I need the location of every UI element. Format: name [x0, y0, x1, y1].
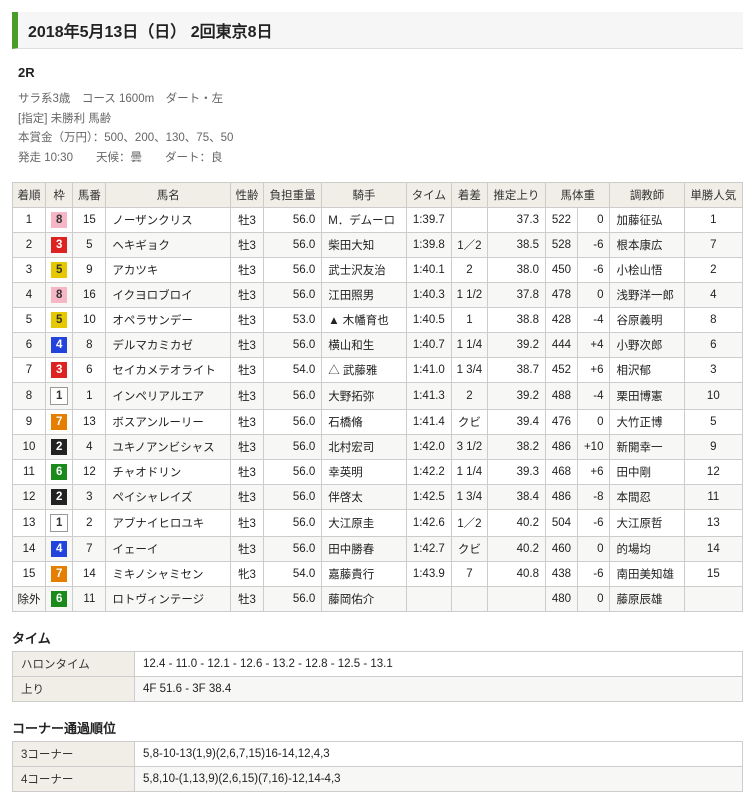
horse-name: イェーイ — [106, 537, 231, 562]
col-pop: 単勝人気 — [684, 183, 742, 208]
table-row: 1312アブナイヒロユキ牡356.0大江原圭1:42.61／240.2504-6… — [13, 510, 743, 537]
waku-badge: 8 — [51, 212, 67, 228]
corner-section-title: コーナー通過順位 — [12, 718, 743, 737]
corner-table: 3コーナー5,8-10-13(1,9)(2,6,7,15)16-14,12,4,… — [12, 741, 743, 792]
col-uma: 馬番 — [73, 183, 106, 208]
waku-badge: 6 — [51, 464, 67, 480]
jockey: 嘉藤貴行 — [322, 562, 406, 587]
table-row: 1024ユキノアンビシャス牡356.0北村宏司1:42.03 1/238.248… — [13, 435, 743, 460]
page-title: 2018年5月13日（日） 2回東京8日 — [12, 12, 743, 49]
table-row: 11612チャオドリン牡356.0幸英明1:42.21 1/439.3468+6… — [13, 460, 743, 485]
col-margin: 着差 — [452, 183, 488, 208]
jockey: 江田照男 — [322, 283, 406, 308]
time-table: ハロンタイム12.4 - 11.0 - 12.1 - 12.6 - 13.2 -… — [12, 651, 743, 702]
horse-name: ロトヴィンテージ — [106, 587, 231, 612]
horse-name: セイカメテオライト — [106, 358, 231, 383]
horse-name: ペイシャレイズ — [106, 485, 231, 510]
horse-name: ヘキギョク — [106, 233, 231, 258]
table-row: 1223ペイシャレイズ牡356.0伴啓太1:42.51 3/438.4486-8… — [13, 485, 743, 510]
jockey: 藤岡佑介 — [322, 587, 406, 612]
waku-badge: 4 — [51, 337, 67, 353]
jockey: 石橋脩 — [322, 410, 406, 435]
race-info-line: サラ系3歳 コース 1600m ダート・左 — [18, 90, 743, 110]
col-bweight: 馬体重 — [546, 183, 610, 208]
waku-badge: 6 — [51, 591, 67, 607]
waku-badge: 2 — [51, 489, 67, 505]
table-row: 811インペリアルエア牡356.0大野拓弥1:41.3239.2488-4栗田博… — [13, 383, 743, 410]
col-waku: 枠 — [45, 183, 72, 208]
jockey: 田中勝春 — [322, 537, 406, 562]
kv-row: 上り4F 51.6 - 3F 38.4 — [13, 677, 743, 702]
table-row: 5510オペラサンデー牡353.0▲ 木幡育也1:40.5138.8428-4谷… — [13, 308, 743, 333]
jockey: 大江原圭 — [322, 510, 406, 537]
col-sexage: 性齢 — [231, 183, 264, 208]
horse-name: ノーザンクリス — [106, 208, 231, 233]
col-rank: 着順 — [13, 183, 46, 208]
col-agari: 推定上り — [487, 183, 545, 208]
horse-name: オペラサンデー — [106, 308, 231, 333]
waku-badge: 2 — [51, 439, 67, 455]
kv-row: ハロンタイム12.4 - 11.0 - 12.1 - 12.6 - 13.2 -… — [13, 652, 743, 677]
table-row: 235ヘキギョク牡356.0柴田大知1:39.81／238.5528-6根本康広… — [13, 233, 743, 258]
horse-name: チャオドリン — [106, 460, 231, 485]
table-row: 9713ボスアンルーリー牡356.0石橋脩1:41.4クビ39.44760大竹正… — [13, 410, 743, 435]
jockey: 幸英明 — [322, 460, 406, 485]
jockey: M．デムーロ — [322, 208, 406, 233]
waku-badge: 5 — [51, 262, 67, 278]
horse-name: ミキノシャミセン — [106, 562, 231, 587]
jockey: 大野拓弥 — [322, 383, 406, 410]
jockey: ▲ 木幡育也 — [322, 308, 406, 333]
waku-badge: 1 — [50, 514, 68, 532]
race-info-line: 発走 10:30 天候：曇 ダート：良 — [18, 149, 743, 169]
col-jockey: 騎手 — [322, 183, 406, 208]
waku-badge: 7 — [51, 414, 67, 430]
table-row: 648デルマカミカゼ牡356.0横山和生1:40.71 1/439.2444+4… — [13, 333, 743, 358]
table-row: 359アカツキ牡356.0武士沢友治1:40.1238.0450-6小桧山悟2 — [13, 258, 743, 283]
jockey: 伴啓太 — [322, 485, 406, 510]
waku-badge: 7 — [51, 566, 67, 582]
race-info-line: [指定] 未勝利 馬齢 — [18, 110, 743, 130]
jockey: △ 武藤雅 — [322, 358, 406, 383]
horse-name: インペリアルエア — [106, 383, 231, 410]
results-table: 着順枠馬番馬名性齢負担重量騎手タイム着差推定上り馬体重調教師単勝人気 1815ノ… — [12, 182, 743, 612]
waku-badge: 3 — [51, 362, 67, 378]
waku-badge: 8 — [51, 287, 67, 303]
jockey: 柴田大知 — [322, 233, 406, 258]
table-row: 除外611ロトヴィンテージ牡356.0藤岡佑介4800藤原辰雄 — [13, 587, 743, 612]
kv-row: 3コーナー5,8-10-13(1,9)(2,6,7,15)16-14,12,4,… — [13, 742, 743, 767]
col-trainer: 調教師 — [610, 183, 684, 208]
col-time: タイム — [406, 183, 451, 208]
table-row: 1815ノーザンクリス牡356.0M．デムーロ1:39.737.35220加藤征… — [13, 208, 743, 233]
jockey: 横山和生 — [322, 333, 406, 358]
horse-name: ユキノアンビシャス — [106, 435, 231, 460]
col-name: 馬名 — [106, 183, 231, 208]
waku-badge: 1 — [50, 387, 68, 405]
col-weight: 負担重量 — [264, 183, 322, 208]
waku-badge: 5 — [51, 312, 67, 328]
table-row: 4816イクヨロブロイ牡356.0江田照男1:40.31 1/237.84780… — [13, 283, 743, 308]
horse-name: アブナイヒロユキ — [106, 510, 231, 537]
horse-name: ボスアンルーリー — [106, 410, 231, 435]
table-row: 15714ミキノシャミセン牝354.0嘉藤貴行1:43.9740.8438-6南… — [13, 562, 743, 587]
horse-name: イクヨロブロイ — [106, 283, 231, 308]
horse-name: デルマカミカゼ — [106, 333, 231, 358]
jockey: 北村宏司 — [322, 435, 406, 460]
race-info-line: 本賞金（万円）：500、200、130、75、50 — [18, 129, 743, 149]
table-row: 736セイカメテオライト牡354.0△ 武藤雅1:41.01 3/438.745… — [13, 358, 743, 383]
jockey: 武士沢友治 — [322, 258, 406, 283]
table-row: 1447イェーイ牡356.0田中勝春1:42.7クビ40.24600的場均14 — [13, 537, 743, 562]
race-info: サラ系3歳 コース 1600m ダート・左 [指定] 未勝利 馬齢 本賞金（万円… — [18, 90, 743, 168]
horse-name: アカツキ — [106, 258, 231, 283]
race-number: 2R — [18, 65, 743, 80]
kv-row: 4コーナー5,8,10-(1,13,9)(2,6,15)(7,16)-12,14… — [13, 767, 743, 792]
waku-badge: 3 — [51, 237, 67, 253]
waku-badge: 4 — [51, 541, 67, 557]
time-section-title: タイム — [12, 628, 743, 647]
